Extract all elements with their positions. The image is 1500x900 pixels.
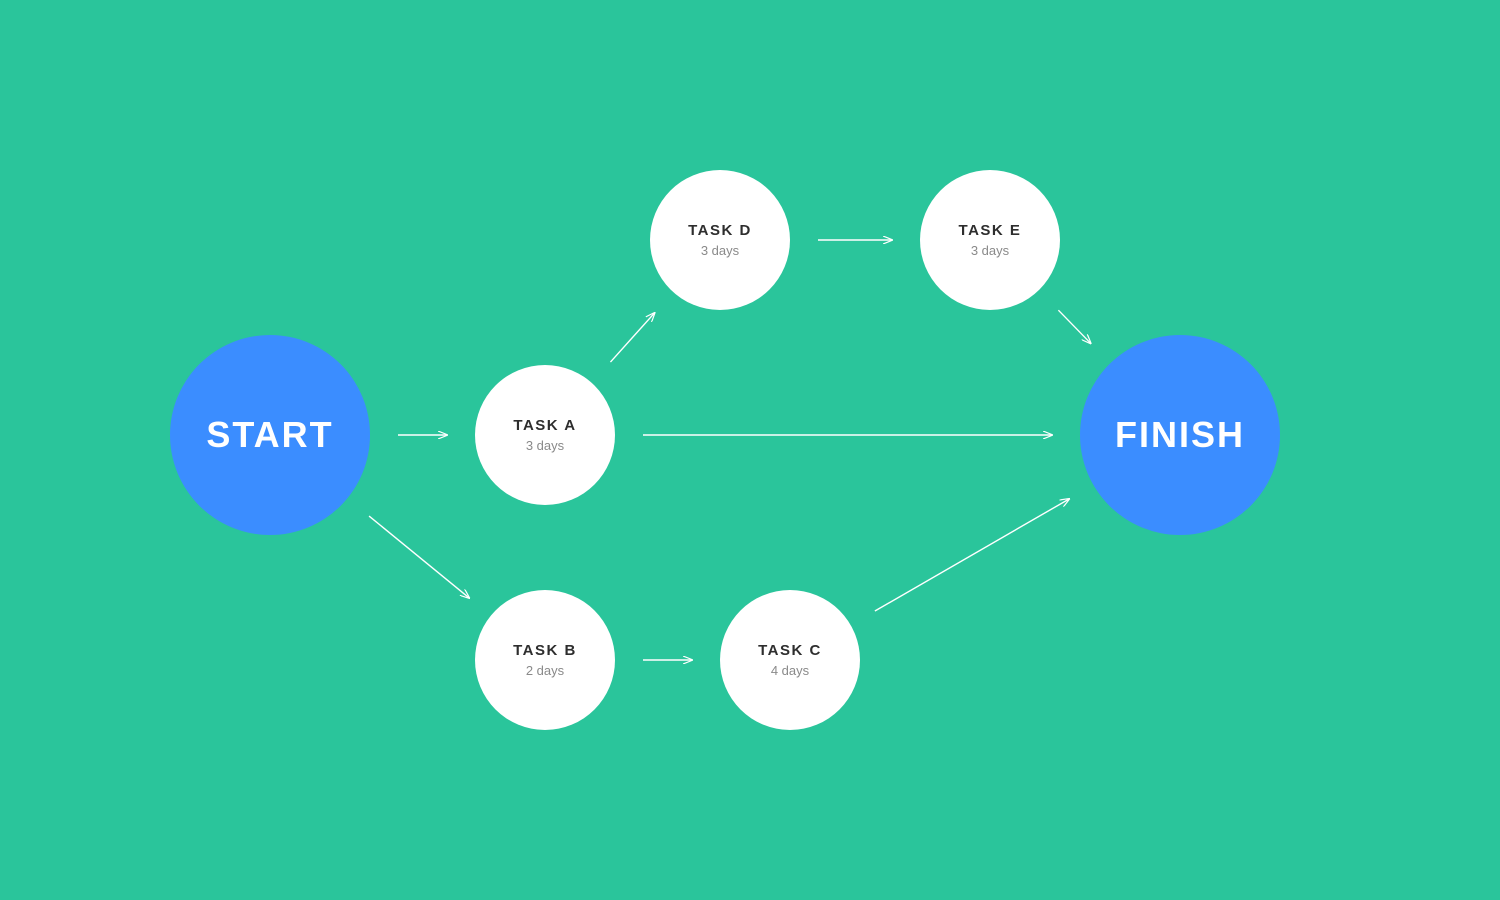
node-task-a: TASK A 3 days [475, 365, 615, 505]
edge-e-to-finish [1058, 310, 1090, 343]
node-start: START [170, 335, 370, 535]
node-task-d-title: TASK D [688, 222, 752, 239]
node-task-e-sub: 3 days [971, 243, 1009, 258]
node-task-a-sub: 3 days [526, 438, 564, 453]
diagram-stage: START FINISH TASK A 3 days TASK B 2 days… [0, 0, 1500, 900]
edge-a-to-d [610, 313, 654, 362]
node-task-d: TASK D 3 days [650, 170, 790, 310]
node-finish-label: FINISH [1115, 414, 1245, 456]
node-task-e: TASK E 3 days [920, 170, 1060, 310]
node-task-b-sub: 2 days [526, 663, 564, 678]
node-task-b-title: TASK B [513, 642, 577, 659]
node-task-c-title: TASK C [758, 642, 822, 659]
node-start-label: START [206, 414, 333, 456]
edge-c-to-finish [875, 499, 1069, 611]
node-task-c-sub: 4 days [771, 663, 809, 678]
node-task-d-sub: 3 days [701, 243, 739, 258]
node-task-b: TASK B 2 days [475, 590, 615, 730]
edge-start-to-b [369, 516, 469, 598]
node-task-e-title: TASK E [959, 222, 1022, 239]
node-finish: FINISH [1080, 335, 1280, 535]
node-task-a-title: TASK A [513, 417, 576, 434]
node-task-c: TASK C 4 days [720, 590, 860, 730]
